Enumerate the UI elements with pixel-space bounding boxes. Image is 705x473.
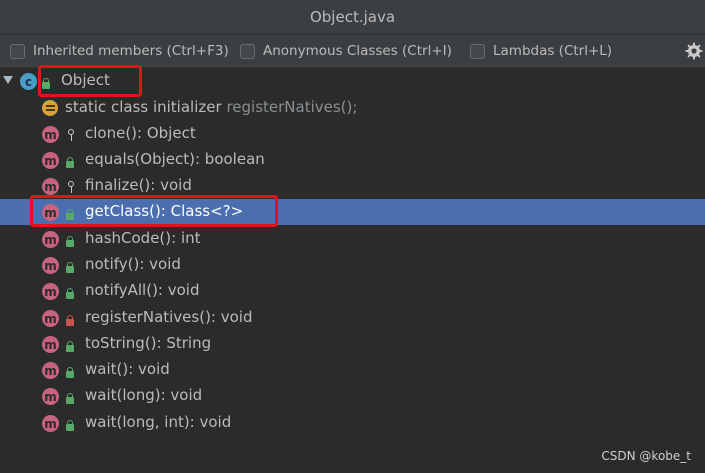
checkbox-label: Lambdas (Ctrl+L) <box>493 43 613 59</box>
tree-item-method[interactable]: m hashCode(): int <box>0 226 705 252</box>
window-title: Object.java <box>309 8 396 26</box>
method-label: hashCode(): int <box>85 229 201 247</box>
method-label: wait(long): void <box>85 386 203 404</box>
private-lock-icon <box>66 315 74 326</box>
public-lock-icon <box>66 420 74 431</box>
initializer-label: static class initializer <box>65 98 222 116</box>
method-label: finalize(): void <box>85 176 192 194</box>
method-icon: m <box>42 415 59 432</box>
method-icon: m <box>42 152 59 169</box>
tree-item-method[interactable]: m wait(long, int): void <box>0 410 705 436</box>
public-lock-icon <box>66 157 74 168</box>
tree-item-method[interactable]: m wait(): void <box>0 357 705 383</box>
watermark: CSDN @kobe_t <box>601 449 691 463</box>
method-icon: m <box>42 388 59 405</box>
anonymous-classes-checkbox[interactable]: Anonymous Classes (Ctrl+I) <box>240 41 452 61</box>
method-icon: m <box>42 310 59 327</box>
method-label: toString(): String <box>85 334 212 352</box>
annotation-highlight-getclass <box>30 195 278 227</box>
tree-item-method[interactable]: m wait(long): void <box>0 383 705 409</box>
item-label: static class initializer registerNatives… <box>65 98 357 116</box>
method-icon: m <box>42 336 59 353</box>
class-icon: c <box>20 73 37 90</box>
public-lock-icon <box>66 367 74 378</box>
checkbox-box[interactable] <box>240 43 255 59</box>
initializer-detail: registerNatives(); <box>226 98 358 116</box>
checkbox-box[interactable] <box>470 43 485 59</box>
static-initializer-icon <box>42 100 58 116</box>
public-lock-icon <box>66 288 74 299</box>
tree-item-method[interactable]: m notifyAll(): void <box>0 278 705 304</box>
method-label: notifyAll(): void <box>85 281 200 299</box>
expand-arrow-icon[interactable] <box>3 76 13 84</box>
method-label: clone(): Object <box>85 124 196 142</box>
method-icon: m <box>42 126 59 143</box>
method-icon: m <box>42 257 59 274</box>
annotation-highlight-object <box>38 65 142 97</box>
method-label: registerNatives(): void <box>85 308 253 326</box>
structure-tree: c Object static class initializer regist… <box>0 68 705 473</box>
tree-item-method[interactable]: m clone(): Object <box>0 121 705 147</box>
tree-item-static-initializer[interactable]: static class initializer registerNatives… <box>0 95 705 121</box>
method-icon: m <box>42 178 59 195</box>
tree-item-method[interactable]: m notify(): void <box>0 252 705 278</box>
checkbox-box[interactable] <box>10 43 25 59</box>
public-lock-icon <box>66 341 74 352</box>
lambdas-checkbox[interactable]: Lambdas (Ctrl+L) <box>470 41 612 61</box>
method-label: wait(long, int): void <box>85 413 232 431</box>
public-lock-icon <box>66 262 74 273</box>
protected-key-icon <box>68 129 76 141</box>
method-label: wait(): void <box>85 360 170 378</box>
tree-item-method[interactable]: m toString(): String <box>0 331 705 357</box>
method-label: equals(Object): boolean <box>85 150 265 168</box>
method-label: notify(): void <box>85 255 181 273</box>
method-icon: m <box>42 231 59 248</box>
public-lock-icon <box>66 393 74 404</box>
checkbox-label: Anonymous Classes (Ctrl+I) <box>263 43 452 59</box>
tree-item-method[interactable]: m equals(Object): boolean <box>0 147 705 173</box>
protected-key-icon <box>68 181 76 193</box>
method-icon: m <box>42 362 59 379</box>
gear-icon[interactable] <box>685 42 703 60</box>
filter-toolbar: Inherited members (Ctrl+F3) Anonymous Cl… <box>0 35 705 68</box>
public-lock-icon <box>66 236 74 247</box>
checkbox-label: Inherited members (Ctrl+F3) <box>33 43 229 59</box>
window-title-bar: Object.java <box>0 0 705 35</box>
tree-item-method[interactable]: m registerNatives(): void <box>0 305 705 331</box>
method-icon: m <box>42 283 59 300</box>
inherited-members-checkbox[interactable]: Inherited members (Ctrl+F3) <box>10 41 229 61</box>
